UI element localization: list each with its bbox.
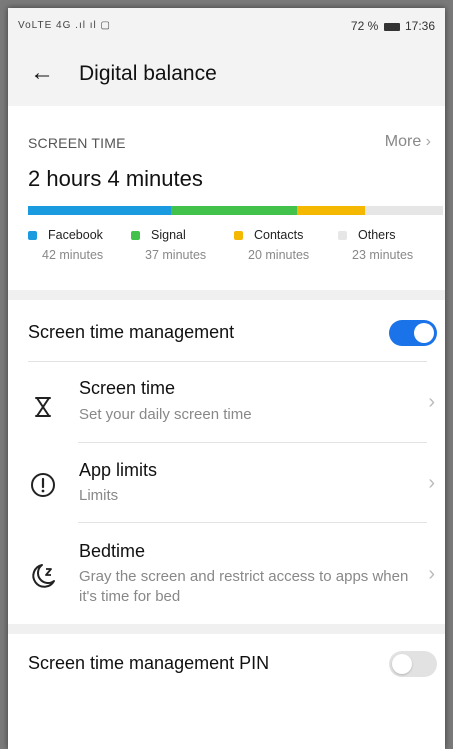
section-divider — [8, 290, 445, 300]
screen-time-management-label: Screen time management — [28, 322, 235, 342]
total-screen-time: 2 hours 4 minutes — [28, 166, 203, 191]
signal-icons: VoLTE 4G .ıl ıl ▢ — [18, 20, 111, 31]
section-divider — [8, 624, 445, 634]
legend-name: Contacts — [254, 228, 304, 242]
item-title: App limits — [79, 460, 158, 480]
usage-segment-facebook — [28, 206, 171, 215]
moon-zzz-icon — [32, 564, 55, 588]
status-right: 72 % 17:36 — [351, 19, 435, 33]
legend-minutes: 37 minutes — [145, 248, 207, 262]
toggle-knob — [414, 323, 434, 343]
row-divider — [28, 361, 427, 362]
item-title: Screen time — [79, 378, 176, 398]
phone-screen: VoLTE 4G .ıl ıl ▢ 72 % 17:36 ← Digital b… — [8, 8, 445, 749]
chevron-right-icon: › — [428, 563, 435, 585]
item-subtitle: Set your daily screen time — [79, 406, 252, 423]
clock: 17:36 — [404, 19, 435, 33]
battery-percent: 72 % — [350, 19, 379, 33]
legend-name: Facebook — [48, 228, 103, 242]
toggle-knob — [392, 654, 412, 674]
pin-label: Screen time management PIN — [28, 653, 270, 673]
more-label: More — [384, 133, 422, 150]
more-link[interactable]: More › — [385, 133, 431, 151]
legend-minutes: 23 minutes — [352, 248, 414, 262]
legend-minutes: 42 minutes — [42, 248, 104, 262]
app-bar: ← Digital balance — [8, 44, 445, 106]
chevron-right-icon: › — [428, 391, 435, 413]
item-title: Bedtime — [79, 541, 146, 561]
chevron-right-icon: › — [425, 133, 431, 150]
row-divider — [78, 522, 427, 523]
page-title: Digital balance — [79, 62, 217, 85]
legend-minutes: 20 minutes — [248, 248, 310, 262]
hourglass-icon — [35, 397, 51, 417]
row-divider — [78, 442, 427, 443]
pin-toggle[interactable] — [389, 651, 437, 677]
battery-icon — [383, 22, 400, 31]
facebook-color-dot — [28, 231, 37, 240]
contacts-color-dot — [234, 231, 243, 240]
usage-segment-contacts — [296, 206, 365, 215]
usage-segment-others — [364, 206, 443, 215]
usage-segment-signal — [170, 206, 297, 215]
signal-color-dot — [131, 231, 140, 240]
screen-time-management-toggle[interactable] — [389, 320, 437, 346]
others-color-dot — [338, 231, 347, 240]
item-subtitle: Limits — [79, 487, 119, 504]
status-bar: VoLTE 4G .ıl ıl ▢ 72 % 17:36 — [8, 8, 445, 44]
screen-time-section-label: SCREEN TIME — [28, 135, 126, 151]
usage-bar — [28, 206, 443, 215]
item-subtitle: Gray the screen and restrict access to a… — [79, 568, 409, 605]
back-arrow-icon[interactable]: ← — [30, 60, 54, 86]
legend-name: Signal — [151, 228, 186, 242]
chevron-right-icon: › — [428, 472, 435, 494]
legend-name: Others — [358, 228, 396, 242]
exclamation-circle-icon — [31, 473, 55, 497]
